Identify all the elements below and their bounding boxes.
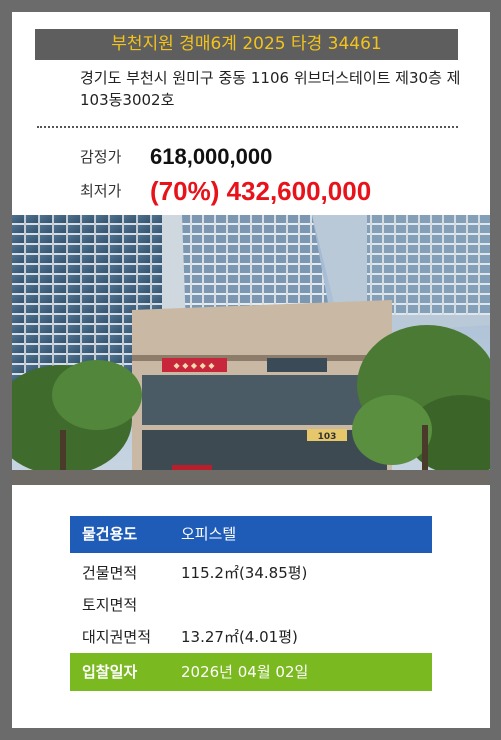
building-area-value: 115.2㎡(34.85평) (181, 564, 308, 582)
auction-card: 부천지원 경매6계 2025 타경 34461 경기도 부천시 원미구 중동 1… (12, 12, 490, 728)
appraisal-label: 감정가 (80, 148, 122, 166)
use-value: 오피스텔 (181, 525, 237, 543)
building-area-row: 건물면적 115.2㎡(34.85평) (70, 557, 432, 589)
svg-text:◆ ◆ ◆ ◆ ◆: ◆ ◆ ◆ ◆ ◆ (174, 361, 216, 370)
property-address: 경기도 부천시 원미구 중동 1106 위브더스테이트 제30층 제103동30… (80, 69, 461, 109)
dotted-divider (37, 126, 458, 128)
bid-date-value: 2026년 04월 02일 (181, 663, 309, 681)
land-right-row: 대지권면적 13.27㎡(4.01평) (70, 621, 432, 653)
use-row: 물건용도 오피스텔 (70, 516, 432, 553)
building-area-label: 건물면적 (82, 564, 138, 582)
minimum-label: 최저가 (80, 182, 122, 200)
land-area-row: 토지면적 (70, 589, 432, 621)
land-area-label: 토지면적 (82, 596, 138, 614)
land-right-value: 13.27㎡(4.01평) (181, 628, 298, 646)
appraisal-value: 618,000,000 (150, 144, 273, 169)
bid-date-row: 입찰일자 2026년 04월 02일 (70, 653, 432, 691)
land-right-label: 대지권면적 (82, 628, 152, 646)
use-label: 물건용도 (82, 525, 138, 543)
property-photo[interactable]: ◆ ◆ ◆ ◆ ◆ 103 (12, 215, 490, 485)
case-title: 부천지원 경매6계 2025 타경 34461 (35, 29, 458, 60)
building-sign-text: 103 (318, 432, 337, 442)
minimum-value: (70%) 432,600,000 (150, 176, 372, 206)
property-details: 물건용도 오피스텔 건물면적 115.2㎡(34.85평) 토지면적 대지권면적… (70, 516, 432, 691)
bid-date-label: 입찰일자 (82, 663, 138, 681)
